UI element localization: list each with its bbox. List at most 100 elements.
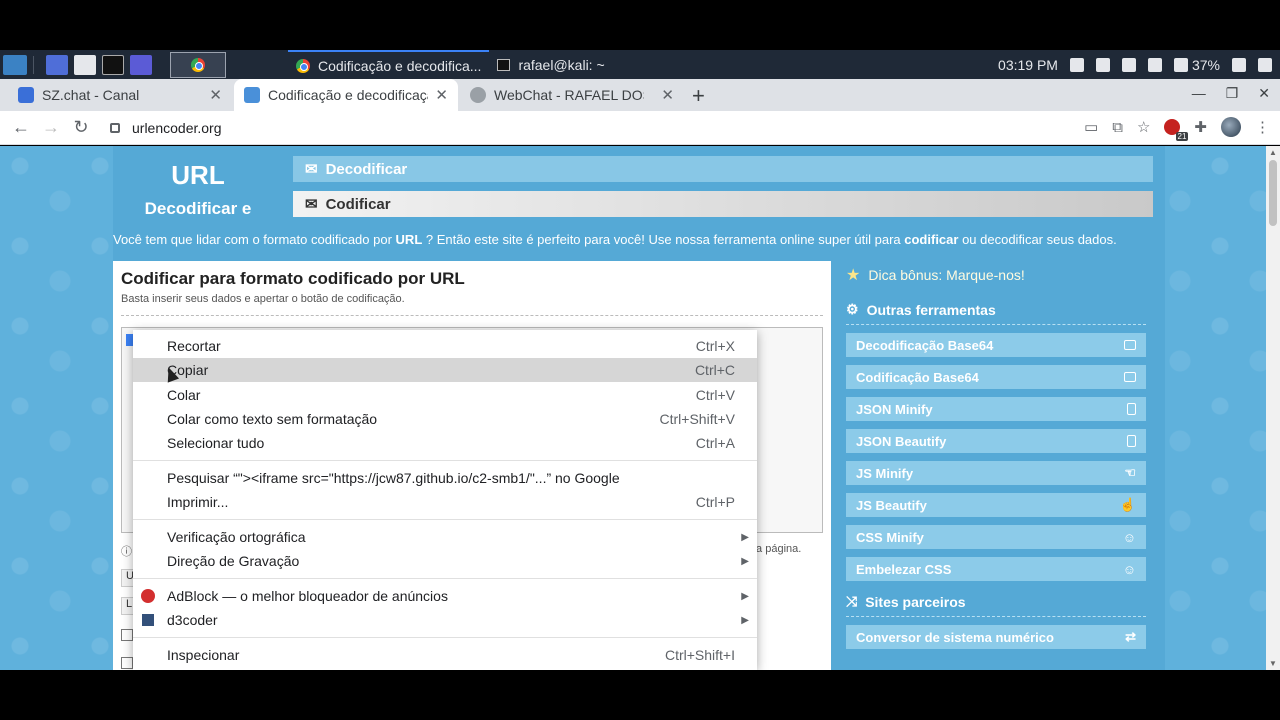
kali-menu-icon[interactable] <box>3 54 27 75</box>
sidebar-tool-js-beautify[interactable]: JS Beautify ☝ <box>846 493 1146 517</box>
sidebar-tool-base64-encode[interactable]: Codificação Base64 <box>846 365 1146 389</box>
tab-close-icon[interactable]: ✕ <box>435 86 448 104</box>
menu-item-cut[interactable]: Recortar Ctrl+X <box>133 334 757 358</box>
bell-icon[interactable] <box>1147 57 1162 72</box>
menu-item-spellcheck[interactable]: Verificação ortográfica ▶ <box>133 525 757 549</box>
terminal-icon <box>497 58 511 71</box>
adblock-extension-icon[interactable]: 21 <box>1164 119 1189 141</box>
lock-icon[interactable] <box>1232 57 1246 72</box>
menu-shortcut: Ctrl+C <box>694 362 735 378</box>
taskbar-task-chrome[interactable]: Codificação e decodifica... <box>288 50 490 79</box>
taskbar-task-label: rafael@kali: ~ <box>518 56 605 73</box>
restore-icon[interactable]: ❐ <box>1226 85 1239 102</box>
sidebar-tool-json-beautify[interactable]: JSON Beautify <box>846 429 1146 453</box>
menu-separator <box>133 519 757 520</box>
chrome-menu-icon[interactable]: ⋮ <box>1255 118 1270 136</box>
clock[interactable]: 03:19 PM <box>998 57 1058 73</box>
sidebar-partner-number-converter[interactable]: Conversor de sistema numérico ⇄ <box>846 625 1146 649</box>
shuffle-icon: ⤨ <box>846 593 858 609</box>
workspace-icon[interactable] <box>46 54 68 75</box>
back-arrow-icon[interactable]: ← <box>6 117 36 138</box>
menu-item-print[interactable]: Imprimir... Ctrl+P <box>133 490 757 514</box>
volume-icon[interactable] <box>1121 57 1136 72</box>
menu-label: Inspecionar <box>167 647 240 663</box>
sidebar-tool-js-minify[interactable]: JS Minify ☜ <box>846 461 1146 485</box>
scroll-down-icon[interactable]: ▼ <box>1269 659 1277 668</box>
sidebar-tool-css-minify[interactable]: CSS Minify ☺ <box>846 525 1146 549</box>
nav-decode-link[interactable]: ✉ Decodificar <box>293 156 1153 182</box>
address-bar[interactable]: urlencoder.org <box>104 114 1144 142</box>
terminal-launcher-icon[interactable] <box>102 54 124 75</box>
translate-icon[interactable]: ⧉ <box>1112 119 1123 136</box>
tab-title: WebChat - RAFAEL DOS <box>494 87 644 103</box>
chrome-launcher-button[interactable] <box>170 51 226 78</box>
menu-label: Colar como texto sem formatação <box>167 411 378 427</box>
menu-label: d3coder <box>167 612 218 628</box>
info-text: ta página. <box>753 543 802 555</box>
menu-label: Verificação ortográfica <box>167 529 306 545</box>
sidebar-tool-css-beautify[interactable]: Embelezar CSS ☺ <box>846 557 1146 581</box>
new-tab-button[interactable]: + <box>692 83 705 109</box>
forward-arrow-icon[interactable]: → <box>36 117 66 138</box>
tab-webchat[interactable]: WebChat - RAFAEL DOS ✕ <box>460 79 684 111</box>
app-launcher-icon[interactable] <box>130 54 152 75</box>
intro-text: Você tem que lidar com o formato codific… <box>113 232 1165 247</box>
battery-indicator[interactable]: 37% <box>1173 56 1220 73</box>
screen-icon[interactable] <box>1095 57 1110 72</box>
option-checkbox-1[interactable] <box>121 629 133 641</box>
tab-close-icon[interactable]: ✕ <box>209 86 222 104</box>
os-taskbar: Codificação e decodifica... rafael@kali:… <box>0 50 1280 79</box>
camera-icon[interactable] <box>1069 57 1084 72</box>
menu-item-writing-direction[interactable]: Direção de Gravação ▶ <box>133 549 757 573</box>
menu-item-search-google[interactable]: Pesquisar “"><iframe src="https://jcw87.… <box>133 466 757 490</box>
submenu-arrow-icon: ▶ <box>741 614 749 626</box>
page-scrollbar[interactable]: ▲ ▼ <box>1266 146 1280 670</box>
menu-item-copy[interactable]: Copiar Ctrl+C <box>133 358 757 382</box>
sidebar-tool-base64-decode[interactable]: Decodificação Base64 <box>846 333 1146 357</box>
tab-close-icon[interactable]: ✕ <box>661 86 674 104</box>
browser-tab-strip: SZ.chat - Canal ✕ Codificação e decodifi… <box>0 79 1280 111</box>
menu-item-adblock[interactable]: AdBlock — o melhor bloqueador de anúncio… <box>133 584 757 608</box>
sidebar-tool-json-minify[interactable]: JSON Minify <box>846 397 1146 421</box>
bookmark-star-icon[interactable]: ☆ <box>1137 118 1150 136</box>
submenu-arrow-icon: ▶ <box>741 555 749 567</box>
site-logo[interactable]: URL Decodificar e <box>113 146 283 226</box>
intro-url-bold: URL <box>395 232 423 247</box>
menu-label: Pesquisar “"><iframe src="https://jcw87.… <box>167 470 620 486</box>
menu-item-select-all[interactable]: Selecionar tudo Ctrl+A <box>133 431 757 455</box>
folder-open-icon <box>1124 340 1136 350</box>
close-window-icon[interactable]: ✕ <box>1258 85 1270 102</box>
reload-icon[interactable]: ↻ <box>66 117 96 138</box>
minimize-icon[interactable]: — <box>1192 85 1206 102</box>
nav-encode-link[interactable]: ✉ Codificar <box>293 191 1153 217</box>
partners-heading-text: Sites parceiros <box>865 593 966 610</box>
menu-item-d3coder[interactable]: d3coder ▶ <box>133 608 757 632</box>
cast-icon[interactable]: ▭ <box>1084 118 1098 136</box>
menu-item-paste-plain[interactable]: Colar como texto sem formatação Ctrl+Shif… <box>133 407 757 431</box>
envelope-icon: ✉ <box>305 196 318 213</box>
card-title: Codificar para formato codificado por UR… <box>121 269 465 288</box>
tab-favicon-icon <box>470 87 486 103</box>
menu-item-paste[interactable]: Colar Ctrl+V <box>133 383 757 407</box>
power-icon[interactable] <box>1258 57 1272 72</box>
tab-favicon-icon <box>18 87 34 103</box>
menu-shortcut: Ctrl+P <box>695 494 735 510</box>
file-text-icon <box>1127 435 1136 447</box>
tab-szchat[interactable]: SZ.chat - Canal ✕ <box>8 79 232 111</box>
menu-item-inspect[interactable]: Inspecionar Ctrl+Shift+I <box>133 643 757 667</box>
tab-urlencoder[interactable]: Codificação e decodificaçã ✕ <box>234 79 458 111</box>
extensions-puzzle-icon[interactable]: ✚ <box>1194 118 1207 136</box>
profile-avatar[interactable] <box>1221 117 1241 137</box>
option-checkbox-2[interactable] <box>121 657 133 669</box>
taskbar-task-terminal[interactable]: rafael@kali: ~ <box>489 50 612 79</box>
file-manager-icon[interactable] <box>74 54 96 75</box>
url-text: urlencoder.org <box>132 119 222 136</box>
scroll-up-icon[interactable]: ▲ <box>1269 148 1277 157</box>
tools-heading: ⚙ Outras ferramentas <box>846 295 1146 325</box>
card-subtitle: Basta inserir seus dados e apertar o bot… <box>121 293 405 305</box>
lock-icon[interactable] <box>110 122 120 133</box>
tab-title: Codificação e decodificaçã <box>268 87 428 103</box>
battery-percent: 37% <box>1191 56 1220 73</box>
scrollbar-thumb[interactable] <box>1269 160 1277 226</box>
menu-shortcut: Ctrl+X <box>695 338 735 354</box>
